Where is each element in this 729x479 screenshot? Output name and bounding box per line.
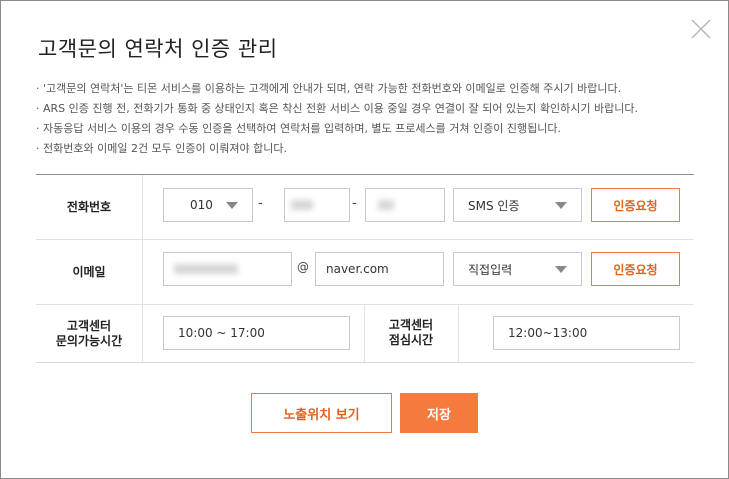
lunch-hours-label-line2: 점심시간 [388, 333, 434, 347]
save-button[interactable]: 저장 [400, 393, 478, 433]
dialog-title: 고객문의 연락처 인증 관리 [38, 37, 278, 61]
inquiry-hours-label-line2: 문의가능시간 [55, 333, 123, 348]
guide-note: · 전화번호와 이메일 2건 모두 인증이 이뤄져야 합니다. [36, 142, 287, 155]
guide-note: · 자동응답 서비스 이용의 경우 수동 인증을 선택하여 연락처를 입력하며,… [36, 122, 561, 135]
inquiry-hours-value: 10:00 ~ 17:00 [178, 326, 265, 340]
lunch-hours-value: 12:00~13:00 [508, 326, 588, 340]
phone-row: 전화번호 010 - - SMS 인증 인증요청 [36, 175, 694, 240]
inquiry-hours-label-line1: 고객센터 [66, 318, 112, 333]
phone-separator: - [352, 196, 357, 211]
phone-prefix-select[interactable]: 010 [163, 188, 253, 222]
phone-separator: - [258, 196, 263, 211]
masked-text [174, 264, 238, 274]
phone-auth-request-button[interactable]: 인증요청 [591, 188, 680, 222]
email-domain-input[interactable]: naver.com [315, 252, 444, 286]
close-icon[interactable] [689, 17, 713, 41]
auth-method-select[interactable]: SMS 인증 [453, 188, 582, 222]
email-auth-request-button[interactable]: 인증요청 [591, 252, 680, 286]
chevron-down-icon [226, 202, 238, 209]
email-label: 이메일 [36, 240, 143, 304]
guide-note: · '고객문의 연락처'는 티몬 서비스를 이용하는 고객에게 안내가 되며, … [36, 82, 622, 95]
masked-text [378, 200, 394, 210]
guide-note: · ARS 인증 진행 전, 전화기가 통화 중 상태인지 혹은 착신 전환 서… [36, 102, 638, 115]
inquiry-hours-label: 고객센터 문의가능시간 [36, 305, 143, 362]
chevron-down-icon [555, 202, 567, 209]
contact-form: 전화번호 010 - - SMS 인증 인증요청 이메일 @ naver.com… [36, 174, 694, 363]
lunch-hours-label: 고객센터 점심시간 [366, 318, 456, 348]
inquiry-hours-input[interactable]: 10:00 ~ 17:00 [163, 316, 350, 350]
contact-auth-dialog: 고객문의 연락처 인증 관리 · '고객문의 연락처'는 티몬 서비스를 이용하… [0, 0, 729, 479]
phone-middle-input[interactable] [284, 188, 350, 222]
guide-notes: · '고객문의 연락처'는 티몬 서비스를 이용하는 고객에게 안내가 되며, … [36, 79, 638, 159]
email-at-sign: @ [297, 260, 309, 274]
email-domain-value: naver.com [326, 262, 389, 276]
email-id-input[interactable] [163, 252, 292, 286]
phone-label: 전화번호 [36, 175, 143, 239]
lunch-hours-input[interactable]: 12:00~13:00 [493, 316, 680, 350]
email-domain-select[interactable]: 직접입력 [453, 252, 582, 286]
view-exposure-location-button[interactable]: 노출위치 보기 [251, 393, 392, 433]
phone-last-input[interactable] [365, 188, 445, 222]
divider [458, 305, 459, 362]
lunch-hours-label-line1: 고객센터 [388, 318, 434, 332]
hours-row: 고객센터 문의가능시간 10:00 ~ 17:00 고객센터 점심시간 12:0… [36, 305, 694, 362]
email-row: 이메일 @ naver.com 직접입력 인증요청 [36, 240, 694, 305]
phone-prefix-value: 010 [190, 198, 213, 212]
chevron-down-icon [555, 266, 567, 273]
masked-text [291, 200, 313, 210]
divider [364, 305, 365, 362]
